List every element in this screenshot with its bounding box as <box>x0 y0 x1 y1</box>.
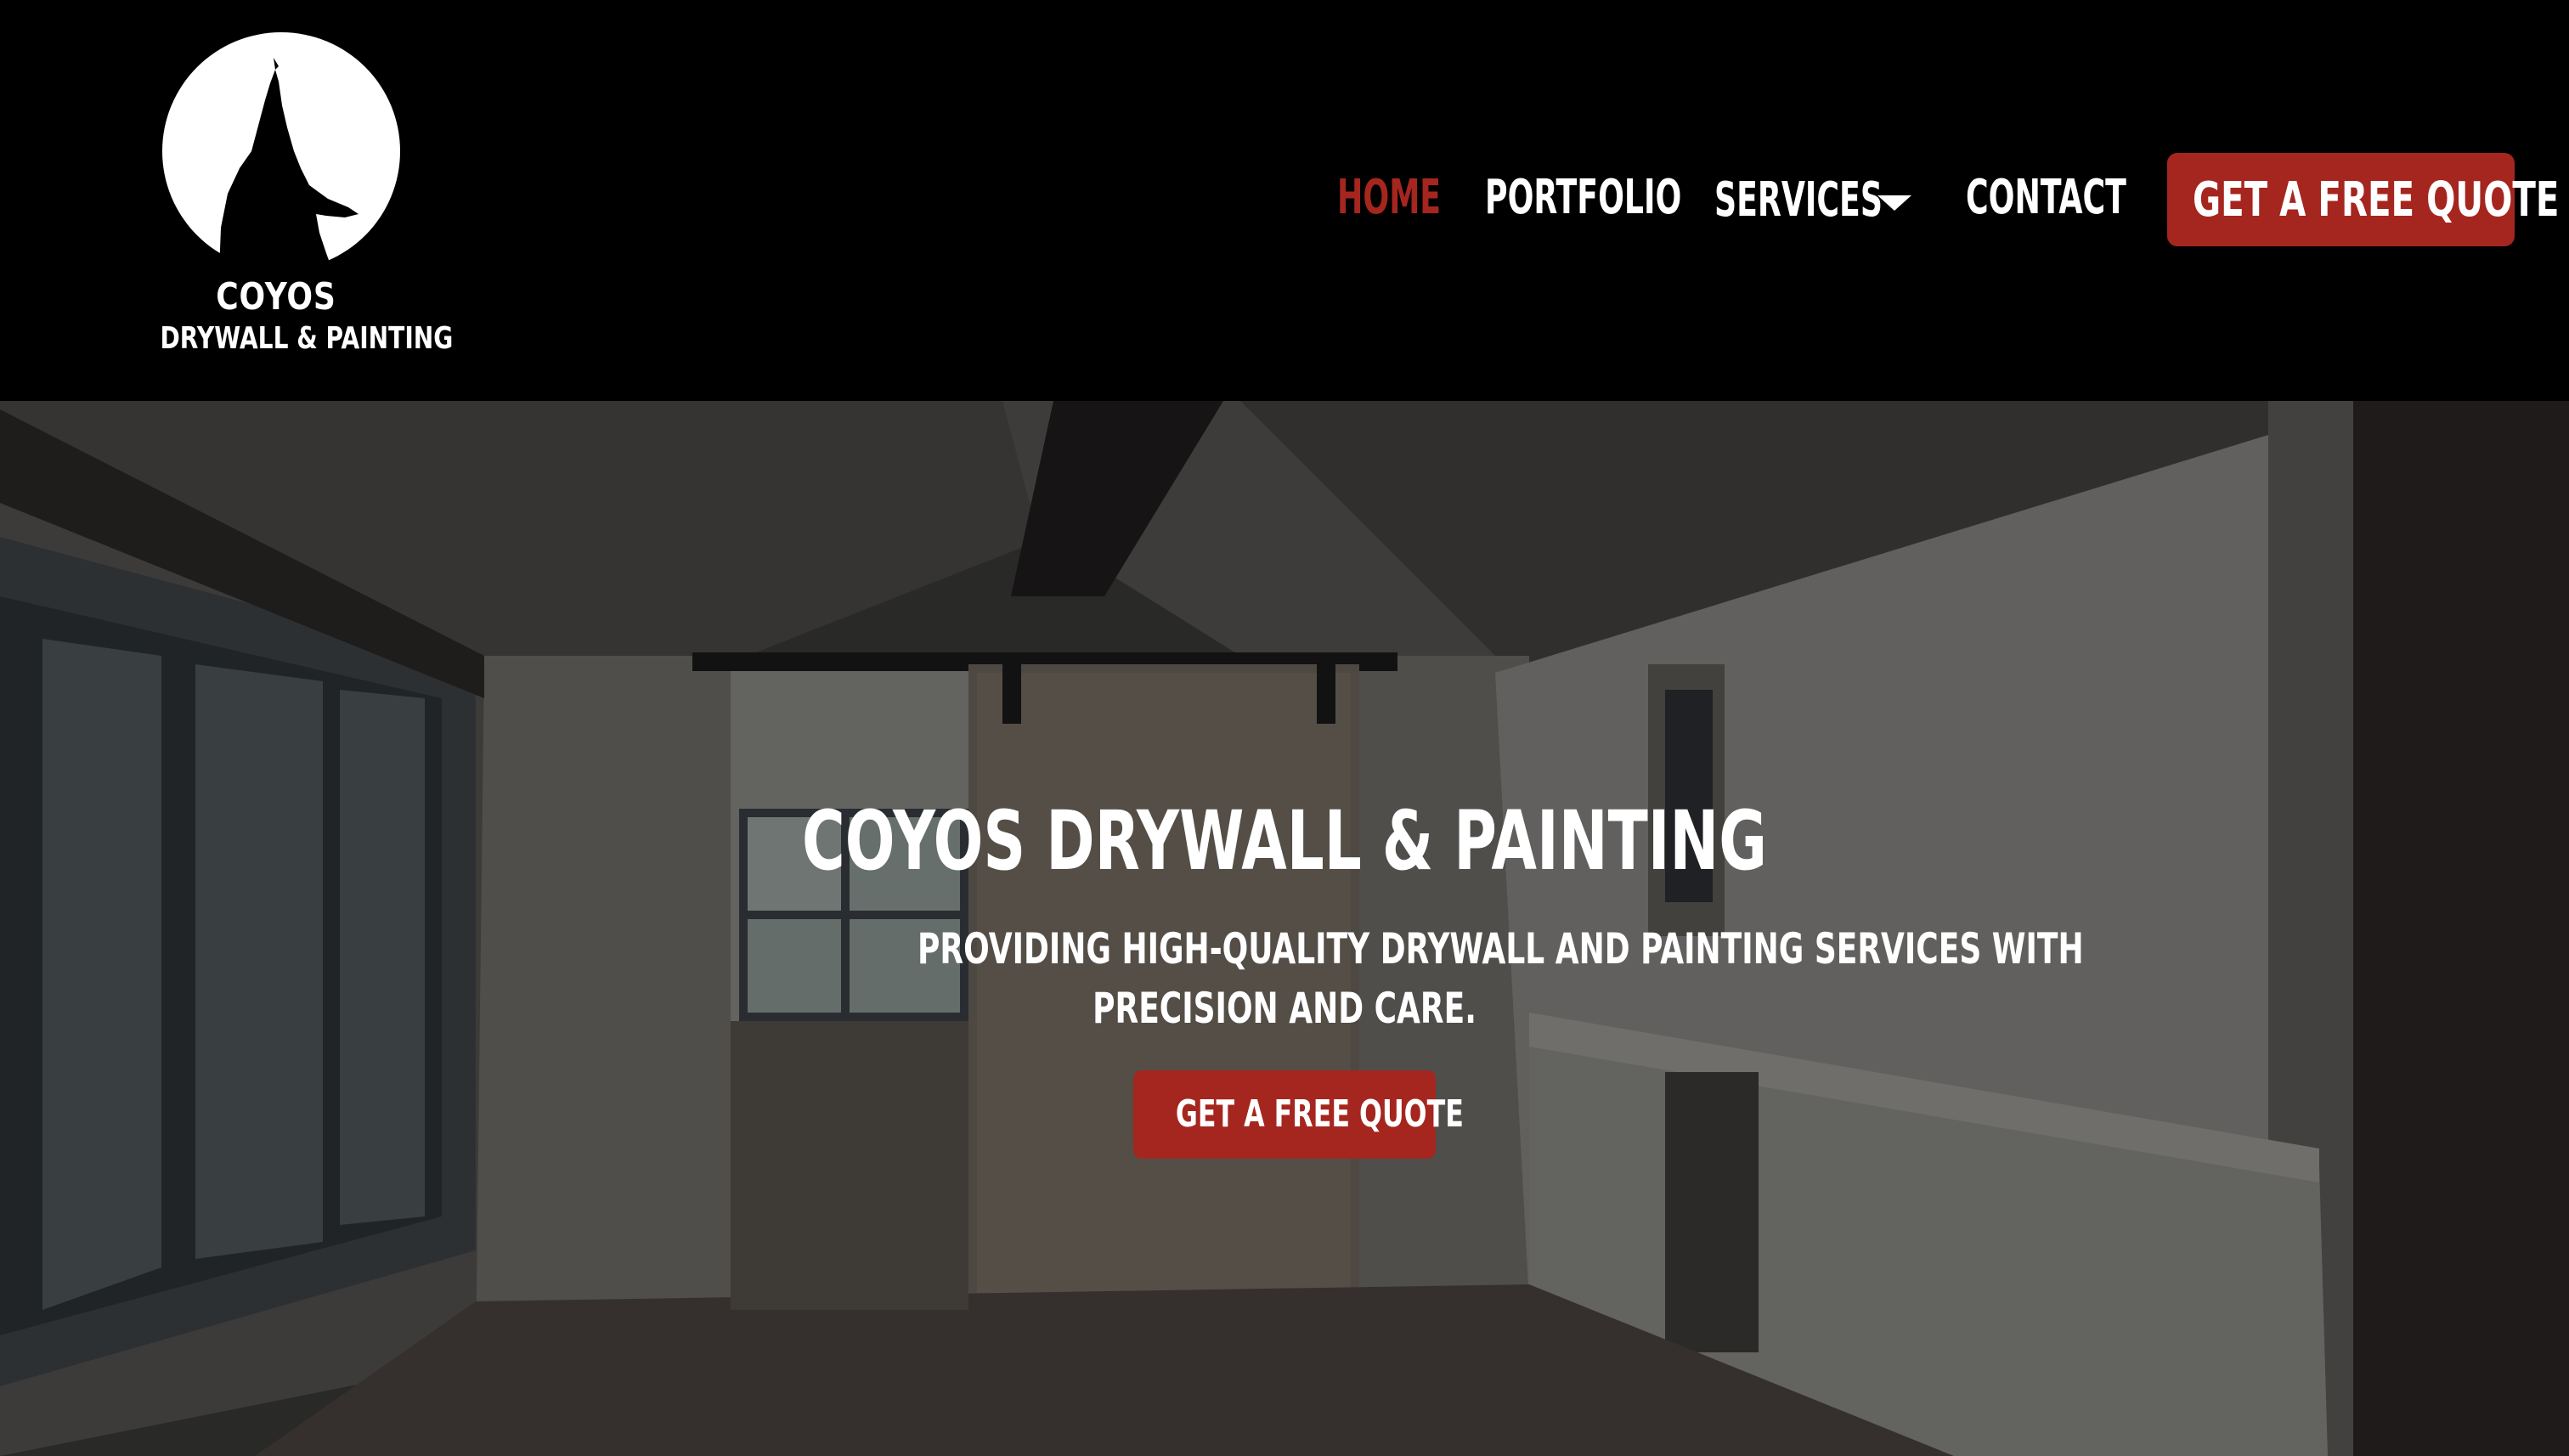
nav-services-link[interactable]: SERVICES <box>1714 177 1883 224</box>
header-quote-button[interactable]: GET A FREE QUOTE <box>2167 153 2559 246</box>
howling-coyote-moon-icon <box>162 32 400 272</box>
hero-title: COYOS DRYWALL & PAINTING <box>801 793 1768 889</box>
site-logo[interactable]: COYOS DRYWALL & PAINTING <box>136 32 454 372</box>
site-header: COYOS DRYWALL & PAINTING HOME PORTFOLIO … <box>0 0 2569 401</box>
header-quote-button-label: GET A FREE QUOTE <box>2193 172 2560 228</box>
chevron-down-icon[interactable] <box>1877 195 1911 211</box>
nav-portfolio-link[interactable]: PORTFOLIO <box>1485 174 1681 222</box>
hero-section: COYOS DRYWALL & PAINTING PROVIDING HIGH-… <box>0 401 2569 1456</box>
hero-quote-button[interactable]: GET A FREE QUOTE <box>1133 1070 1464 1159</box>
hero-quote-button-label: GET A FREE QUOTE <box>1175 1092 1464 1136</box>
brand-name: COYOS <box>216 275 336 319</box>
brand-tagline: DRYWALL & PAINTING <box>160 321 454 356</box>
hero-subtitle-line-1: PROVIDING HIGH-QUALITY DRYWALL AND PAINT… <box>918 924 2084 973</box>
hero-subtitle: PROVIDING HIGH-QUALITY DRYWALL AND PAINT… <box>775 919 2084 1038</box>
nav-home-link[interactable]: HOME <box>1337 174 1441 222</box>
hero-subtitle-line-2: PRECISION AND CARE. <box>1093 984 1476 1033</box>
nav-contact-link[interactable]: CONTACT <box>1966 174 2126 222</box>
